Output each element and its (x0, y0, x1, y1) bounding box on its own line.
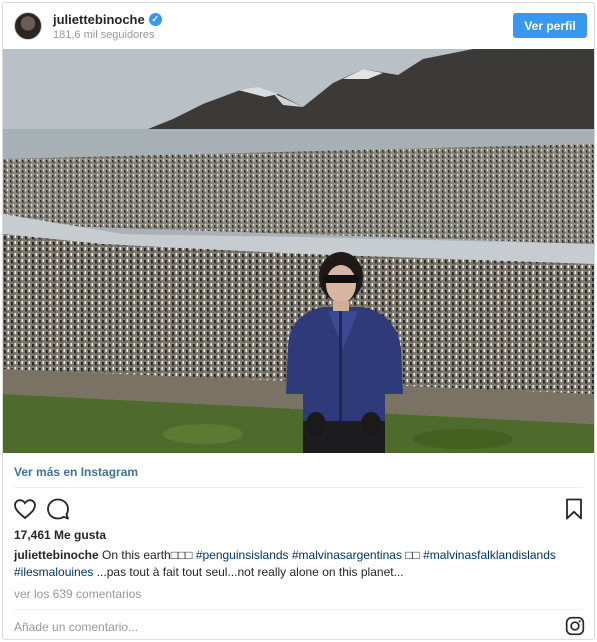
divider (14, 487, 583, 488)
instagram-embed-card: juliettebinoche ✓ 181,6 mil seguidores V… (2, 2, 595, 640)
view-comments-link[interactable]: ver los 639 comentarios (14, 587, 141, 601)
username[interactable]: juliettebinoche (53, 12, 145, 27)
heart-icon[interactable] (13, 497, 37, 521)
caption-text: ...pas tout à fait tout seul...not reall… (93, 565, 404, 579)
instagram-icon[interactable] (565, 616, 585, 636)
caption-hashtags[interactable]: #penguinsislands #malvinasargentinas (196, 548, 402, 562)
post-photo-image (3, 49, 594, 453)
view-on-instagram-link[interactable]: Ver más en Instagram (14, 465, 138, 479)
follower-count: 181,6 mil seguidores (53, 29, 155, 41)
bookmark-icon[interactable] (562, 497, 586, 521)
caption-hashtag[interactable]: #ilesmalouines (14, 565, 93, 579)
post-header: juliettebinoche ✓ 181,6 mil seguidores V… (3, 3, 594, 49)
add-comment-input[interactable]: Añade un comentario... (14, 620, 138, 634)
like-count[interactable]: 17,461 Me gusta (14, 528, 106, 542)
caption-username[interactable]: juliettebinoche (14, 548, 99, 562)
post-caption: juliettebinoche On this earth□□□ #pengui… (14, 547, 586, 581)
divider (14, 609, 583, 610)
caption-text: On this earth□□□ (98, 548, 196, 562)
comment-icon[interactable] (46, 497, 70, 521)
avatar[interactable] (14, 12, 42, 40)
verified-badge-icon: ✓ (148, 13, 162, 26)
view-profile-button[interactable]: Ver perfil (513, 13, 587, 38)
post-actions (11, 495, 588, 525)
username-row: juliettebinoche ✓ (53, 12, 162, 27)
caption-text: □□ (401, 548, 424, 562)
post-photo[interactable] (3, 49, 594, 453)
caption-hashtag[interactable]: #malvinasfalklandislands (423, 548, 556, 562)
